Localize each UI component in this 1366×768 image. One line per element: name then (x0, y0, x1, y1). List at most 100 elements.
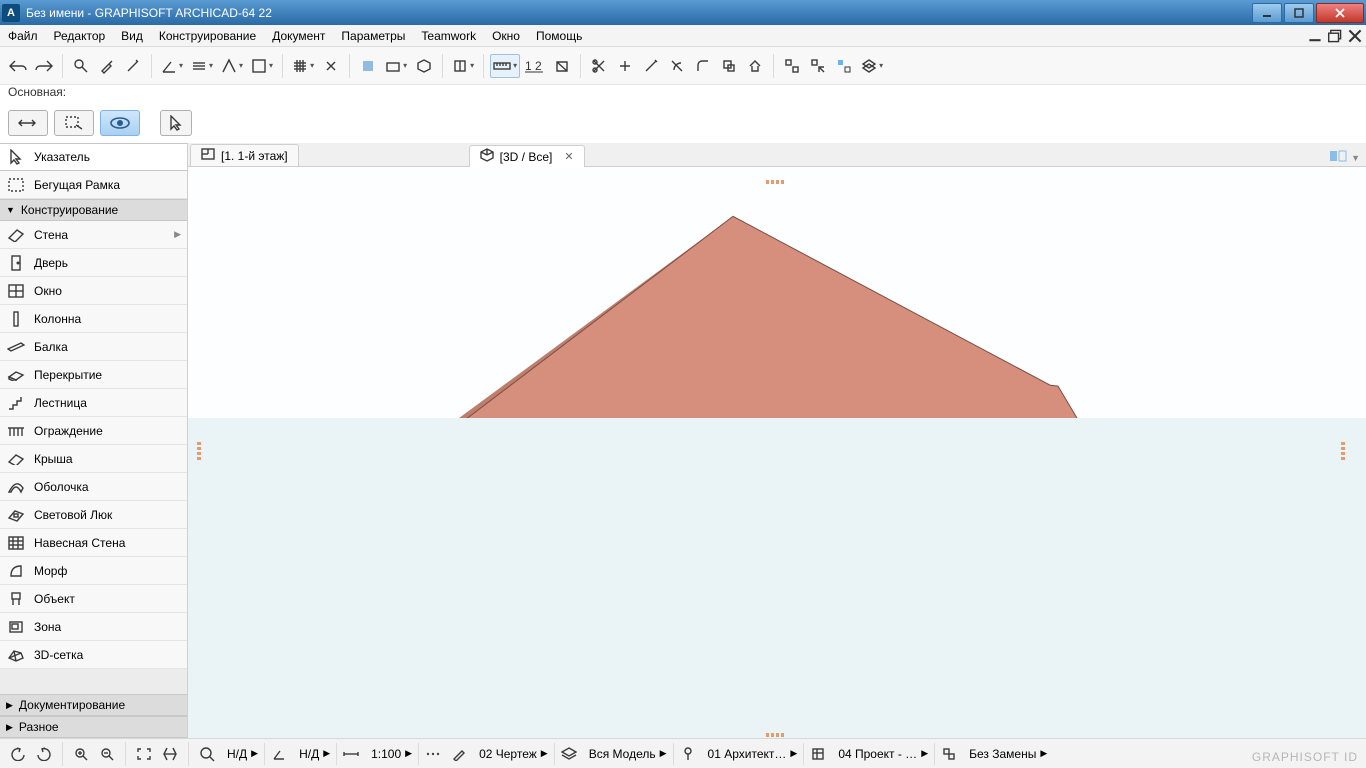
edge-marker-bottom (766, 726, 788, 732)
intersect-button[interactable] (665, 54, 689, 78)
zoom-out-button[interactable] (95, 743, 119, 765)
close-tab-icon[interactable]: ✕ (564, 150, 573, 163)
tab-overview-icon[interactable] (1329, 149, 1347, 166)
status-replace[interactable]: Без Замены▶ (963, 743, 1053, 765)
view-tabs: [1. 1-й этаж] [3D / Все] ✕ ▼ (188, 143, 1366, 167)
ellipsis-icon[interactable] (421, 743, 445, 765)
toolbar-separator (442, 54, 443, 78)
tool-beam[interactable]: Балка (0, 333, 187, 361)
menu-help[interactable]: Помощь (528, 25, 590, 46)
fillet-button[interactable] (691, 54, 715, 78)
show3d-button[interactable] (412, 54, 436, 78)
tool-wall[interactable]: Стена▶ (0, 221, 187, 249)
tab-floorplan[interactable]: [1. 1-й этаж] (190, 144, 299, 166)
tool-stair[interactable]: Лестница (0, 389, 187, 417)
snap-button[interactable] (319, 54, 343, 78)
category-misc[interactable]: ▶Разное (0, 716, 187, 738)
category-design[interactable]: ▼ Конструирование (0, 199, 187, 221)
statusbar-separator (62, 742, 63, 766)
mode-arrow-button[interactable] (160, 110, 192, 136)
group2-button[interactable] (806, 54, 830, 78)
tool-skylight[interactable]: Световой Люк (0, 501, 187, 529)
offset-button[interactable] (188, 54, 216, 78)
grid-button[interactable] (289, 54, 317, 78)
status-fwd-button[interactable] (32, 743, 56, 765)
menu-file[interactable]: Файл (0, 25, 46, 46)
tool-curtain-wall[interactable]: Навесная Стена (0, 529, 187, 557)
angle-icon[interactable] (267, 743, 291, 765)
magic-wand-button[interactable] (121, 54, 145, 78)
adjust-button[interactable] (639, 54, 663, 78)
minimize-button[interactable] (1252, 3, 1282, 23)
zoom-in-button[interactable] (69, 743, 93, 765)
group3-button[interactable] (832, 54, 856, 78)
redo-button[interactable] (32, 54, 56, 78)
menu-edit[interactable]: Редактор (46, 25, 114, 46)
status-scale[interactable]: 1:100▶ (365, 743, 419, 765)
tool-shell[interactable]: Оболочка (0, 473, 187, 501)
status-project[interactable]: 04 Проект - …▶ (832, 743, 935, 765)
tool-morph[interactable]: Морф (0, 557, 187, 585)
tool-scroll[interactable]: Стена▶ Дверь Окно Колонна Балка Перекрыт… (0, 221, 187, 694)
3d-viewport[interactable]: z x y (188, 167, 1366, 738)
trim1-button[interactable] (587, 54, 611, 78)
status-model[interactable]: Вся Модель▶ (583, 743, 674, 765)
status-nd2[interactable]: Н/Д▶ (293, 743, 337, 765)
mode-pan-button[interactable] (8, 110, 48, 136)
relative-button[interactable] (218, 54, 246, 78)
menu-view[interactable]: Вид (113, 25, 151, 46)
doc-minimize-icon[interactable] (1308, 29, 1322, 43)
dim12-button[interactable]: 1 2 (522, 54, 548, 78)
tool-pointer[interactable]: Указатель (0, 143, 187, 171)
openings-button[interactable] (449, 54, 477, 78)
split-button[interactable] (613, 54, 637, 78)
tool-marquee[interactable]: Бегущая Рамка (0, 171, 187, 199)
tool-slab[interactable]: Перекрытие (0, 361, 187, 389)
status-back-button[interactable] (6, 743, 30, 765)
tab-3d[interactable]: [3D / Все] ✕ (469, 145, 585, 167)
tool-window[interactable]: Окно (0, 277, 187, 305)
zoom-100-button[interactable] (195, 743, 219, 765)
group4-button[interactable] (858, 54, 886, 78)
tool-object[interactable]: Объект (0, 585, 187, 613)
trace-button[interactable] (356, 54, 380, 78)
fit-ratio-button[interactable] (158, 743, 182, 765)
pin-icon (676, 743, 700, 765)
eyedrop-button[interactable] (95, 54, 119, 78)
menu-options[interactable]: Параметры (333, 25, 413, 46)
measure-button[interactable] (490, 54, 520, 78)
tool-column[interactable]: Колонна (0, 305, 187, 333)
tool-door[interactable]: Дверь (0, 249, 187, 277)
close-button[interactable] (1316, 3, 1364, 23)
pick-button[interactable] (69, 54, 93, 78)
mode-select-rect-button[interactable] (54, 110, 94, 136)
menu-teamwork[interactable]: Teamwork (413, 25, 484, 46)
area-tool-button[interactable] (550, 54, 574, 78)
tool-label: Лестница (34, 396, 87, 410)
tool-3d-mesh[interactable]: 3D-сетка (0, 641, 187, 669)
app-icon: A (2, 4, 20, 22)
status-arch[interactable]: 01 Архитект…▶ (702, 743, 805, 765)
resize-button[interactable] (717, 54, 741, 78)
home-tool-button[interactable] (743, 54, 767, 78)
layer-button[interactable] (382, 54, 410, 78)
category-documentation[interactable]: ▶Документирование (0, 694, 187, 716)
tool-railing[interactable]: Ограждение (0, 417, 187, 445)
doc-restore-icon[interactable] (1328, 29, 1342, 43)
box-select-button[interactable] (248, 54, 276, 78)
maximize-button[interactable] (1284, 3, 1314, 23)
angle-constraint-button[interactable] (158, 54, 186, 78)
status-drawing[interactable]: 02 Чертеж▶ (473, 743, 555, 765)
mode-orbit-button[interactable] (100, 110, 140, 136)
chevron-down-icon[interactable]: ▼ (1351, 153, 1360, 163)
fit-button[interactable] (132, 743, 156, 765)
menu-document[interactable]: Документ (264, 25, 333, 46)
undo-button[interactable] (6, 54, 30, 78)
doc-close-icon[interactable] (1348, 29, 1362, 43)
tool-roof[interactable]: Крыша (0, 445, 187, 473)
tool-zone[interactable]: Зона (0, 613, 187, 641)
menu-window[interactable]: Окно (484, 25, 528, 46)
status-nd1[interactable]: Н/Д▶ (221, 743, 265, 765)
group1-button[interactable] (780, 54, 804, 78)
menu-design[interactable]: Конструирование (151, 25, 264, 46)
